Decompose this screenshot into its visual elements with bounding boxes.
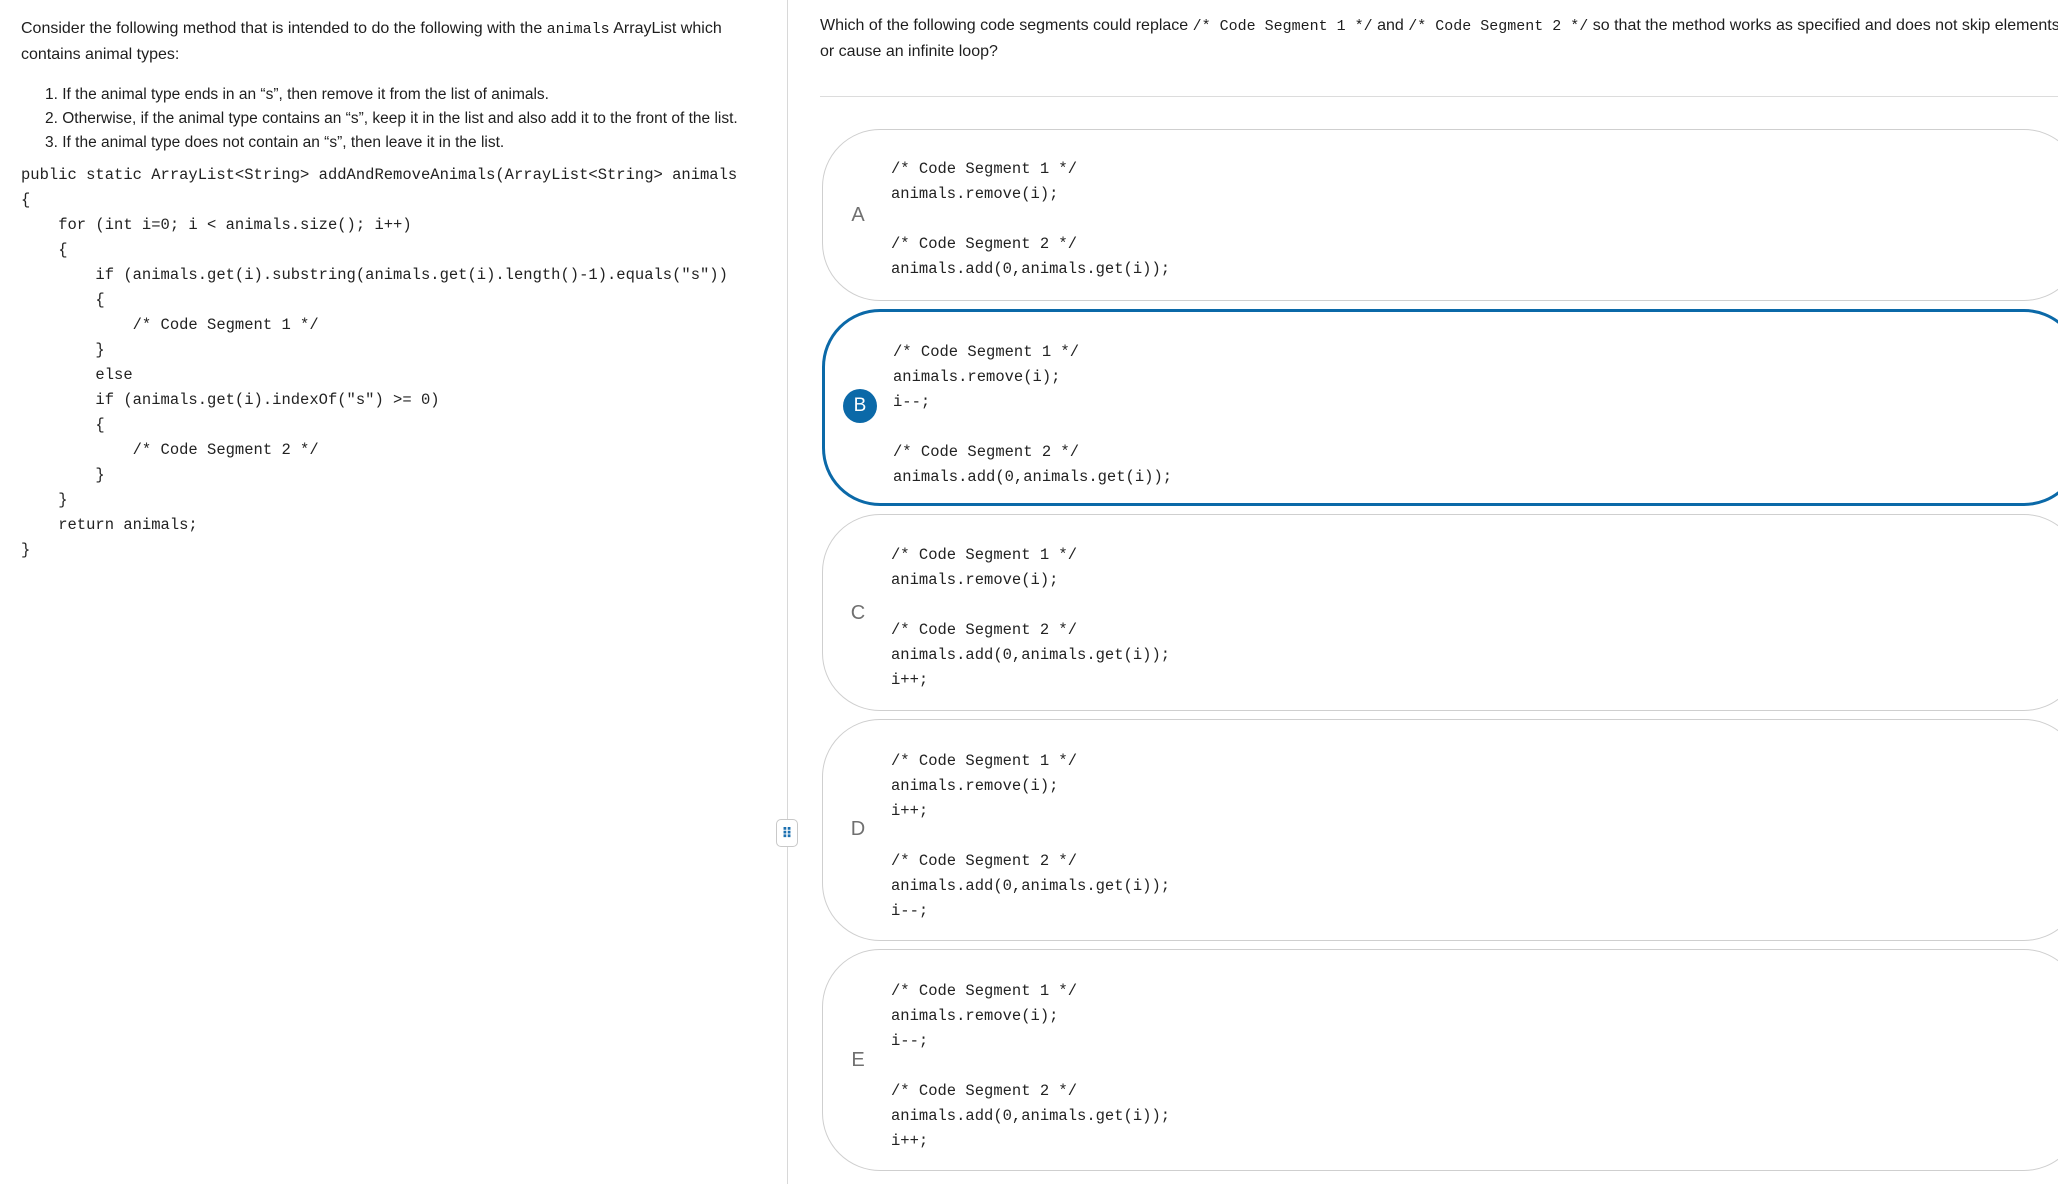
inline-code-segment-2: /* Code Segment 2 */: [1408, 18, 1589, 35]
answer-option-b[interactable]: B /* Code Segment 1 */ animals.remove(i)…: [822, 309, 2058, 506]
option-letter-e: E: [851, 1049, 865, 1071]
option-letter-c: C: [850, 602, 866, 624]
option-code-d: /* Code Segment 1 */ animals.remove(i); …: [891, 752, 1171, 920]
resize-handle-icon[interactable]: ⠿: [776, 819, 798, 847]
rule-item: 1. If the animal type ends in an “s”, th…: [45, 86, 549, 103]
answer-option-e[interactable]: E /* Code Segment 1 */ animals.remove(i)…: [822, 949, 2058, 1171]
pane-divider: [787, 0, 788, 1184]
option-code-b: /* Code Segment 1 */ animals.remove(i); …: [893, 343, 1173, 486]
question-stem: Which of the following code segments cou…: [820, 17, 2058, 60]
inline-code-segment-1: /* Code Segment 1 */: [1192, 18, 1373, 35]
answer-option-d[interactable]: D /* Code Segment 1 */ animals.remove(i)…: [822, 719, 2058, 941]
answer-option-a[interactable]: A /* Code Segment 1 */ animals.remove(i)…: [822, 129, 2058, 301]
rule-item: 2. Otherwise, if the animal type contain…: [45, 110, 738, 127]
option-code-a: /* Code Segment 1 */ animals.remove(i); …: [891, 160, 1171, 278]
method-code: public static ArrayList<String> addAndRe…: [21, 166, 738, 559]
intro-text: Consider the following method that is in…: [21, 20, 722, 63]
option-code-e: /* Code Segment 1 */ animals.remove(i); …: [891, 982, 1171, 1150]
option-code-c: /* Code Segment 1 */ animals.remove(i); …: [891, 546, 1171, 689]
option-letter-b-selected-badge: B: [843, 389, 877, 423]
inline-code-animals: animals: [546, 21, 610, 38]
question-pane: Which of the following code segments cou…: [820, 0, 2058, 1184]
option-letter-d: D: [850, 818, 866, 840]
rules-list: 1. If the animal type ends in an “s”, th…: [45, 83, 786, 155]
answer-option-c[interactable]: C /* Code Segment 1 */ animals.remove(i)…: [822, 514, 2058, 711]
question-divider: [820, 96, 2058, 97]
option-letter-a: A: [851, 204, 865, 226]
stimulus-pane: Consider the following method that is in…: [0, 0, 786, 1184]
rule-item: 3. If the animal type does not contain a…: [45, 134, 505, 151]
